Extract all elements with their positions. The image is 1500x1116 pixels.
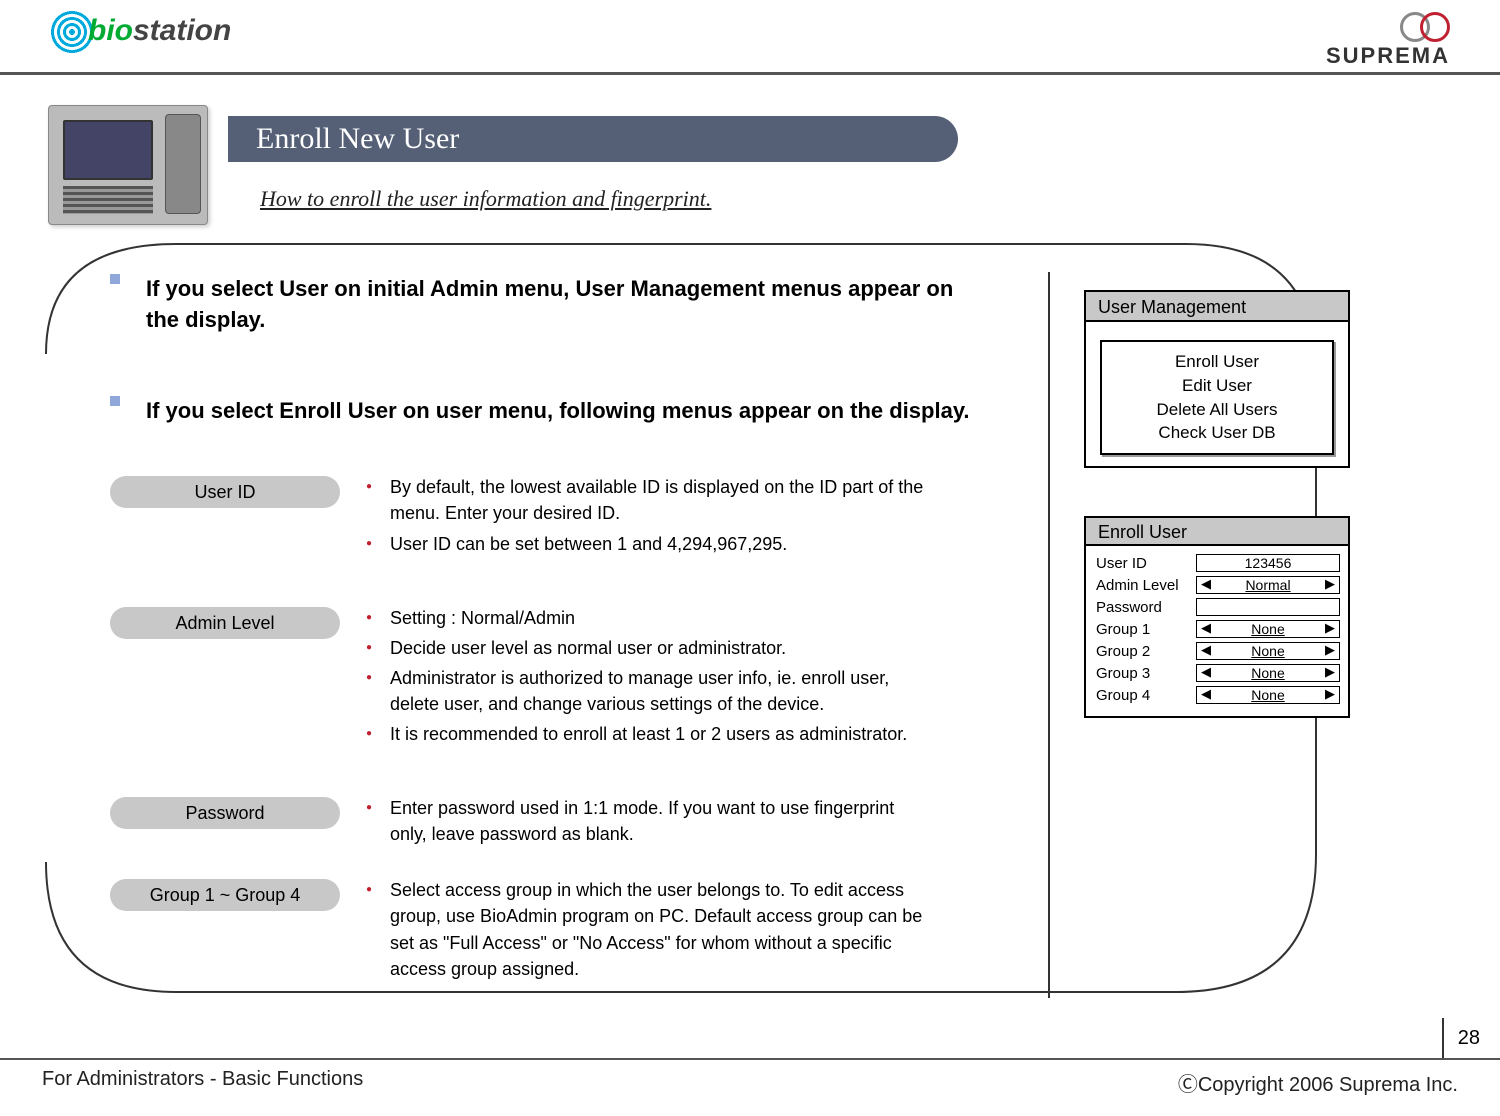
main-content: If you select User on initial Admin menu… xyxy=(110,274,1050,986)
square-bullet-icon xyxy=(110,396,120,406)
menu-item: Edit User xyxy=(1102,374,1332,398)
bullet-item: Setting : Normal/Admin xyxy=(366,605,926,631)
form-label: Group 2 xyxy=(1096,643,1196,660)
bullet-item: Administrator is authorized to manage us… xyxy=(366,665,926,717)
option-pill: Admin Level xyxy=(110,607,340,639)
form-value: 123456 xyxy=(1196,554,1340,572)
option-row: Group 1 ~ Group 4 Select access group in … xyxy=(110,877,1050,985)
vertical-divider xyxy=(1048,272,1050,998)
option-pill: Password xyxy=(110,797,340,829)
menu-items-box: Enroll User Edit User Delete All Users C… xyxy=(1100,340,1334,455)
menu-item: Enroll User xyxy=(1102,350,1332,374)
menu-title: Enroll User xyxy=(1086,518,1348,546)
form-selector: None xyxy=(1196,642,1340,660)
form-selector: None xyxy=(1196,686,1340,704)
option-pill: User ID xyxy=(110,476,340,508)
bullet-item: By default, the lowest available ID is d… xyxy=(366,474,926,526)
bullet-item: User ID can be set between 1 and 4,294,9… xyxy=(366,531,926,557)
form-row: Group 3None xyxy=(1096,662,1340,684)
form-label: Admin Level xyxy=(1096,577,1196,594)
bullet-item: Decide user level as normal user or admi… xyxy=(366,635,926,661)
enroll-user-menu: Enroll User User ID123456Admin LevelNorm… xyxy=(1084,516,1350,718)
square-bullet-icon xyxy=(110,274,120,284)
form-label: Group 4 xyxy=(1096,687,1196,704)
menu-item: Delete All Users xyxy=(1102,398,1332,422)
page-title: Enroll New User xyxy=(228,116,958,162)
option-row: Password Enter password used in 1:1 mode.… xyxy=(110,795,1050,851)
form-row: User ID123456 xyxy=(1096,552,1340,574)
intro-text-2: If you select Enroll User on user menu, … xyxy=(146,396,970,427)
page-header: biostation SUPREMA xyxy=(0,0,1500,75)
form-row: Group 2None xyxy=(1096,640,1340,662)
form-label: Password xyxy=(1096,599,1196,616)
form-row: Group 4None xyxy=(1096,684,1340,706)
intro-paragraph-1: If you select User on initial Admin menu… xyxy=(110,274,970,336)
form-label: Group 3 xyxy=(1096,665,1196,682)
option-bullets: By default, the lowest available ID is d… xyxy=(366,474,926,560)
device-screen-icon xyxy=(63,120,153,180)
option-bullets: Select access group in which the user be… xyxy=(366,877,926,985)
form-row: Admin LevelNormal xyxy=(1096,574,1340,596)
logo-biostation: biostation xyxy=(50,10,231,54)
intro-text-1: If you select User on initial Admin menu… xyxy=(146,274,970,336)
menu-title: User Management xyxy=(1086,292,1348,322)
form-row: Group 1None xyxy=(1096,618,1340,640)
user-management-menu: User Management Enroll User Edit User De… xyxy=(1084,290,1350,468)
menu-item: Check User DB xyxy=(1102,421,1332,445)
bullet-item: It is recommended to enroll at least 1 o… xyxy=(366,721,926,747)
page-subtitle: How to enroll the user information and f… xyxy=(260,186,711,212)
device-sensor-icon xyxy=(165,114,201,214)
option-pill: Group 1 ~ Group 4 xyxy=(110,879,340,911)
form-selector: None xyxy=(1196,664,1340,682)
intro-paragraph-2: If you select Enroll User on user menu, … xyxy=(110,396,970,427)
bullet-item: Select access group in which the user be… xyxy=(366,877,926,981)
form-selector: None xyxy=(1196,620,1340,638)
footer-right: ⒸCopyright 2006 Suprema Inc. xyxy=(1178,1068,1458,1097)
form-value xyxy=(1196,598,1340,616)
footer-rule xyxy=(0,1058,1500,1060)
form-label: User ID xyxy=(1096,555,1196,572)
option-row: User ID By default, the lowest available … xyxy=(110,474,1050,560)
logo-suprema: SUPREMA xyxy=(1326,12,1450,69)
option-bullets: Setting : Normal/Admin Decide user level … xyxy=(366,605,926,751)
footer-left: For Administrators - Basic Functions xyxy=(42,1068,363,1091)
page-number: 28 xyxy=(1442,1018,1480,1058)
device-keys-icon xyxy=(63,186,153,214)
device-thumbnail xyxy=(48,105,208,225)
form-row: Password xyxy=(1096,596,1340,618)
infinity-icon xyxy=(1400,12,1450,38)
logo-suprema-text: SUPREMA xyxy=(1326,43,1450,68)
form-selector: Normal xyxy=(1196,576,1340,594)
option-bullets: Enter password used in 1:1 mode. If you … xyxy=(366,795,926,851)
option-row: Admin Level Setting : Normal/Admin Decide … xyxy=(110,605,1050,751)
bullet-item: Enter password used in 1:1 mode. If you … xyxy=(366,795,926,847)
form-label: Group 1 xyxy=(1096,621,1196,638)
